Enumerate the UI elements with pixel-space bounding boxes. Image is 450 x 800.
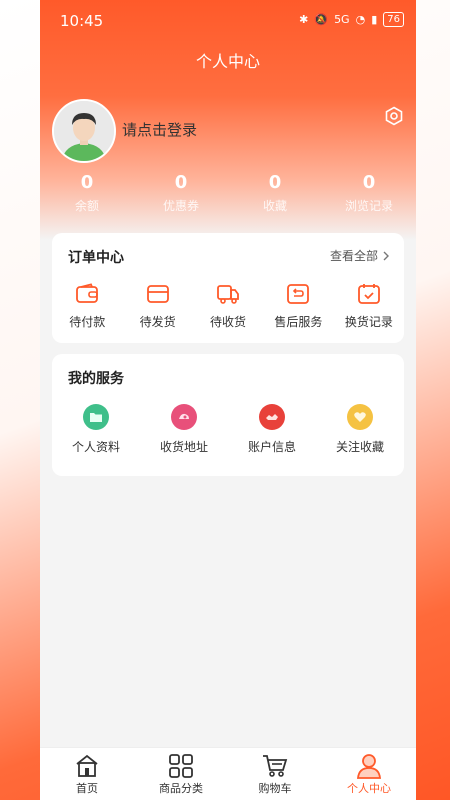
sim-icon: ▮	[371, 13, 378, 26]
order-center-card: 订单中心 查看全部 待付款 待发货 待收货 售后服务 换货记录	[52, 233, 404, 343]
phone-screen: 10:45 ✱ 🔕 5G ◔ ▮ 76 个人中心 请点击登录 0 余额 0 优惠…	[40, 0, 416, 800]
return-icon	[287, 284, 310, 304]
tab-label: 个人中心	[347, 782, 391, 795]
order-status-row: 待付款 待发货 待收货 售后服务 换货记录	[52, 283, 404, 330]
tab-label: 首页	[76, 782, 98, 795]
service-profile[interactable]: 个人资料	[52, 404, 140, 455]
order-after-sales[interactable]: 售后服务	[263, 283, 333, 330]
cart-icon	[263, 755, 288, 777]
service-address[interactable]: 收货地址	[140, 404, 228, 455]
stats-row: 0 余额 0 优惠券 0 收藏 0 浏览记录	[40, 172, 416, 214]
bluetooth-icon: ✱	[299, 13, 309, 26]
order-center-title: 订单中心	[68, 250, 124, 266]
view-all-orders-link[interactable]: 查看全部	[330, 247, 390, 264]
status-bar: 10:45 ✱ 🔕 5G ◔ ▮ 76	[40, 0, 416, 40]
tab-profile[interactable]: 个人中心	[322, 748, 416, 800]
wallet-icon	[76, 283, 99, 303]
stat-value: 0	[174, 172, 188, 193]
order-item-label: 换货记录	[344, 315, 393, 329]
account-icon	[259, 404, 285, 430]
bottom-tab-bar: 首页 商品分类 购物车 个人中心	[40, 747, 416, 800]
service-label: 账户信息	[247, 440, 296, 454]
tab-categories[interactable]: 商品分类	[134, 748, 228, 800]
service-account[interactable]: 账户信息	[228, 404, 316, 455]
home-icon	[76, 754, 98, 777]
tab-label: 购物车	[258, 782, 292, 795]
battery-indicator: 76	[383, 12, 404, 27]
stat-coupons[interactable]: 0 优惠券	[134, 172, 228, 214]
services-row: 个人资料 收货地址 账户信息 关注收藏	[52, 404, 404, 455]
calendar-check-icon	[357, 284, 380, 304]
avatar-person-icon	[54, 101, 114, 161]
mute-icon: 🔕	[314, 13, 329, 26]
stat-label: 余额	[74, 199, 99, 213]
stat-value: 0	[80, 172, 94, 193]
stat-value: 0	[268, 172, 282, 193]
service-favorites[interactable]: 关注收藏	[316, 404, 404, 455]
stat-favorites[interactable]: 0 收藏	[228, 172, 322, 214]
login-prompt[interactable]: 请点击登录	[122, 119, 197, 140]
location-icon	[171, 404, 197, 430]
service-label: 个人资料	[71, 440, 120, 454]
status-icons: ✱ 🔕 5G ◔ ▮ 76	[299, 12, 404, 27]
wifi-icon: ◔	[355, 13, 366, 26]
service-label: 关注收藏	[335, 440, 384, 454]
view-all-label: 查看全部	[329, 249, 378, 263]
service-label: 收货地址	[159, 440, 208, 454]
stat-label: 优惠券	[162, 199, 199, 213]
tab-label: 商品分类	[159, 782, 203, 795]
order-pending-payment[interactable]: 待付款	[52, 283, 122, 330]
order-item-label: 待发货	[139, 315, 176, 329]
settings-icon[interactable]	[384, 106, 404, 126]
page-title: 个人中心	[195, 52, 260, 71]
truck-icon	[217, 285, 239, 304]
stat-value: 0	[362, 172, 376, 193]
stat-label: 浏览记录	[344, 199, 393, 213]
avatar[interactable]	[52, 99, 116, 163]
user-icon	[357, 754, 381, 779]
order-item-label: 待收货	[210, 315, 247, 329]
my-services-title: 我的服务	[68, 371, 124, 387]
folder-icon	[83, 404, 109, 430]
order-pending-shipment[interactable]: 待发货	[122, 283, 192, 330]
box-icon	[146, 285, 169, 303]
network-label: 5G	[334, 13, 350, 26]
status-time: 10:45	[60, 12, 104, 30]
stat-history[interactable]: 0 浏览记录	[322, 172, 416, 214]
heart-icon	[347, 404, 373, 430]
tab-home[interactable]: 首页	[40, 748, 134, 800]
order-pending-receipt[interactable]: 待收货	[193, 283, 263, 330]
order-item-label: 待付款	[69, 315, 106, 329]
order-exchange-records[interactable]: 换货记录	[334, 283, 404, 330]
chevron-right-icon	[383, 251, 389, 260]
order-item-label: 售后服务	[274, 315, 323, 329]
grid-icon	[169, 754, 193, 778]
my-services-card: 我的服务 个人资料 收货地址 账户信息 关注收藏	[52, 354, 404, 476]
tab-cart[interactable]: 购物车	[228, 748, 322, 800]
stat-balance[interactable]: 0 余额	[40, 172, 134, 214]
stat-label: 收藏	[262, 199, 287, 213]
